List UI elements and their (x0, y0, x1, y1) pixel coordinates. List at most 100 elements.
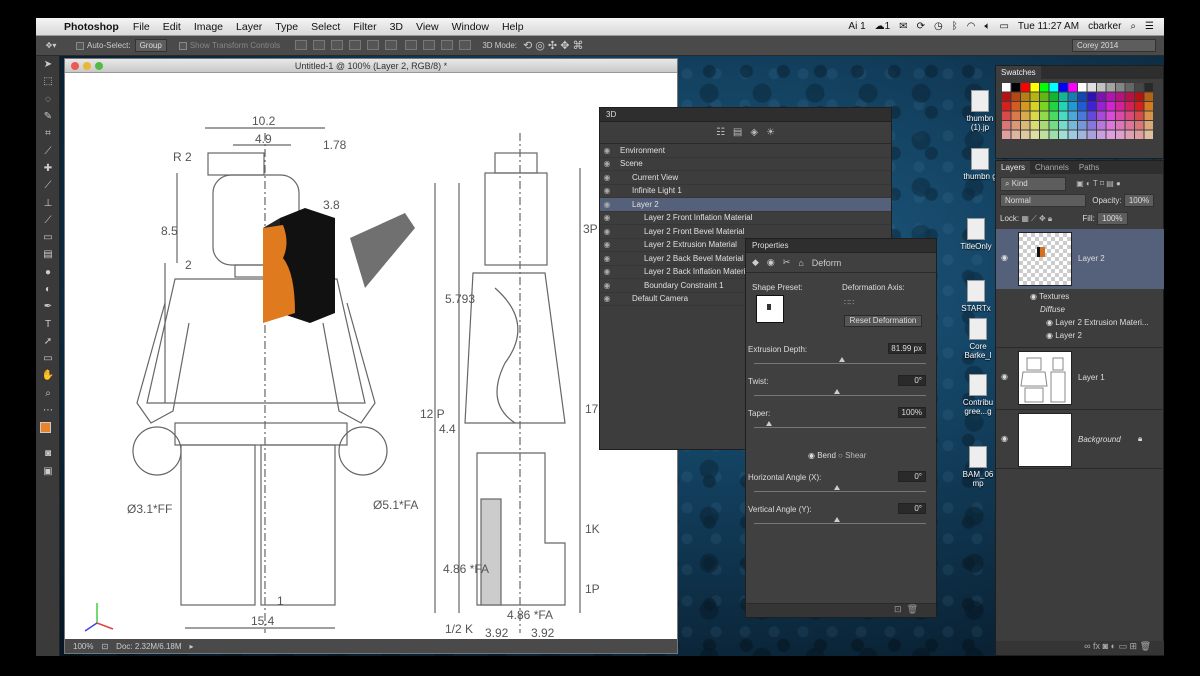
swatch[interactable] (1097, 121, 1106, 130)
layer-row-layer-1[interactable]: ◉ Layer 1 (996, 347, 1164, 407)
mesh-tab-icon[interactable]: ◆ (752, 257, 759, 268)
quick-mask-icon[interactable]: ◙ (36, 445, 60, 462)
scene-tree-row[interactable]: ◉ Scene (600, 158, 891, 171)
vertical-angle-field[interactable]: 0° (898, 503, 926, 514)
3d-mode-icons[interactable]: ⟲ ◎ ✣ ✥ ⌘ (523, 39, 583, 52)
swatch[interactable] (1068, 102, 1078, 111)
swatch[interactable] (1030, 111, 1040, 121)
menu-select[interactable]: Select (311, 21, 340, 33)
trash-icon[interactable]: 🗑︎ (907, 604, 918, 614)
swatch[interactable] (1068, 121, 1078, 130)
more-tools-icon[interactable]: ⋯ (36, 402, 60, 419)
crop-tool-icon[interactable]: ⌗ (36, 125, 60, 142)
swatch[interactable] (1049, 130, 1059, 140)
desktop-file[interactable]: Contribu gree...g (958, 374, 998, 416)
desktop-file[interactable]: TitleOnly (956, 218, 996, 251)
swatch[interactable] (1040, 111, 1049, 121)
visibility-eye-icon[interactable]: ◉ (600, 200, 614, 209)
swatch[interactable] (1116, 92, 1125, 102)
swatch[interactable] (1049, 83, 1059, 92)
texture-sub-row[interactable]: ◉ Layer 2 Extrusion Materi... (996, 318, 1164, 330)
extrusion-depth-slider[interactable] (754, 363, 926, 364)
brush-tool-icon[interactable]: ⟋ (36, 177, 60, 194)
swatch[interactable] (1059, 83, 1068, 92)
sync-icon[interactable]: ⟳ (917, 21, 925, 32)
swatch[interactable] (1078, 121, 1087, 130)
menu-3d[interactable]: 3D (390, 21, 403, 33)
volume-icon[interactable]: 🔈︎ (984, 21, 990, 32)
menu-image[interactable]: Image (194, 21, 223, 33)
bend-radio[interactable]: ◉ Bend (808, 451, 836, 460)
eraser-tool-icon[interactable]: ▭ (36, 229, 60, 246)
swatch[interactable] (1021, 111, 1030, 121)
tab-deform[interactable]: Deform (812, 258, 842, 268)
desktop-file[interactable]: STARTx (956, 280, 996, 313)
coordinates-tab-icon[interactable]: ⌂ (798, 258, 803, 268)
align-left-icon[interactable] (349, 39, 362, 50)
desktop-file[interactable]: thumbn (1).jp (960, 90, 1000, 132)
tab-layers[interactable]: Layers (996, 161, 1031, 174)
swatch[interactable] (1135, 111, 1144, 121)
vertical-angle-slider[interactable] (754, 523, 926, 524)
swatch[interactable] (1002, 83, 1011, 92)
extrusion-depth-field[interactable]: 81.99 px (888, 343, 926, 354)
swatch[interactable] (1011, 102, 1021, 111)
swatch[interactable] (1021, 92, 1030, 102)
swatch[interactable] (1040, 92, 1049, 102)
auto-select-checkbox[interactable]: Auto-Select: (76, 41, 131, 50)
stamp-tool-icon[interactable]: ⊥ (36, 194, 60, 211)
opacity-field[interactable]: 100% (1123, 194, 1155, 207)
swatch[interactable] (1011, 111, 1021, 121)
user-name[interactable]: cbarker (1088, 21, 1121, 32)
swatch[interactable] (1116, 130, 1125, 140)
scene-tree-row[interactable]: ◉ Layer 2 Front Inflation Material (600, 212, 891, 225)
swatch[interactable] (1021, 102, 1030, 111)
distribute-icon[interactable] (423, 39, 436, 50)
slider-knob[interactable] (766, 421, 772, 426)
swatch[interactable] (1144, 83, 1154, 92)
desktop-file[interactable]: thumbn g (960, 148, 1000, 181)
swatch[interactable] (1144, 92, 1154, 102)
screen-mode-icon[interactable]: ▣ (36, 463, 60, 480)
swatch[interactable] (1059, 92, 1068, 102)
swatch[interactable] (1059, 121, 1068, 130)
marquee-tool-icon[interactable]: ⬚ (36, 73, 60, 90)
zoom-level[interactable]: 100% (73, 642, 93, 651)
swatch[interactable] (1040, 102, 1049, 111)
group-icon[interactable]: ▭ (1118, 641, 1127, 651)
texture-sub-row[interactable]: ◉ Layer 2 (996, 331, 1164, 343)
swatch[interactable] (1068, 130, 1078, 140)
visibility-eye-icon[interactable]: ◉ (600, 267, 614, 276)
mask-icon[interactable]: ◙ (1103, 641, 1108, 651)
swatch[interactable] (1135, 92, 1144, 102)
tab-swatches[interactable]: Swatches (996, 66, 1041, 79)
status-arrow-icon[interactable]: ▸ (190, 642, 194, 651)
time-machine-icon[interactable]: ◷ (934, 21, 943, 32)
hand-tool-icon[interactable]: ✋ (36, 367, 60, 384)
swatch[interactable] (1002, 121, 1011, 130)
swatch[interactable] (1078, 102, 1087, 111)
swatch[interactable] (1002, 130, 1011, 140)
swatch[interactable] (1078, 130, 1087, 140)
swatch[interactable] (1144, 121, 1154, 130)
swatch[interactable] (1049, 121, 1059, 130)
swatch[interactable] (1125, 92, 1135, 102)
canvas[interactable]: 10.2 4.9 1.78 R 2 3.8 8.5 2 5.793 3P 12 … (65, 73, 677, 639)
visibility-eye-icon[interactable]: ◉ (600, 294, 614, 303)
swatch[interactable] (1106, 92, 1116, 102)
swatch[interactable] (1144, 111, 1154, 121)
scene-tree-row[interactable]: ◉ Environment (600, 144, 891, 158)
swatch[interactable] (1097, 102, 1106, 111)
swatch[interactable] (1106, 83, 1116, 92)
visibility-eye-icon[interactable]: ◉ (600, 146, 614, 155)
minimize-icon[interactable] (83, 62, 91, 70)
visibility-eye-icon[interactable]: ◉ (600, 227, 614, 236)
swatch[interactable] (1049, 102, 1059, 111)
twist-field[interactable]: 0° (898, 375, 926, 386)
visibility-eye-icon[interactable]: ◉ (600, 254, 614, 263)
swatch[interactable] (1021, 121, 1030, 130)
align-bottom-icon[interactable] (331, 39, 344, 50)
swatch[interactable] (1125, 83, 1135, 92)
swatch[interactable] (1087, 130, 1097, 140)
swatch[interactable] (1087, 102, 1097, 111)
